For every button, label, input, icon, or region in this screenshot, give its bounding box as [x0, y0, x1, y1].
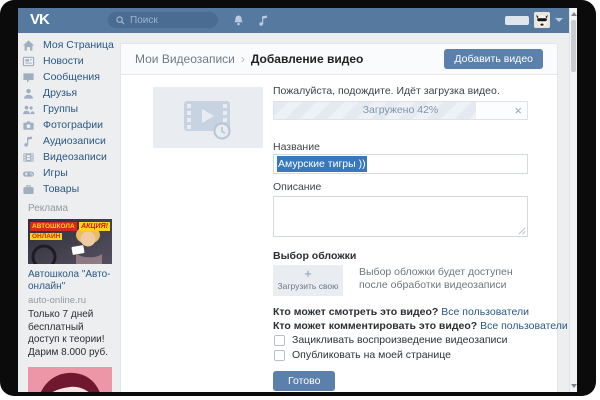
progress-label: Загружено 42% [274, 102, 527, 119]
breadcrumb-separator-icon: › [241, 52, 245, 66]
search-icon [116, 16, 125, 25]
watch-permission-row: Кто может смотреть это видео? Все пользо… [273, 306, 529, 318]
upload-wait-text: Пожалуйста, подождите. Идёт загрузка вид… [273, 85, 500, 97]
film-clock-icon [180, 96, 236, 140]
cancel-upload-icon[interactable]: × [514, 102, 522, 119]
profile-name[interactable] [505, 16, 529, 25]
watch-question: Кто может смотреть это видео? [273, 306, 438, 318]
person-icon [22, 87, 35, 100]
content-card: Мои Видеозаписи › Добавление видео Добав… [120, 43, 558, 392]
description-textarea[interactable] [273, 196, 528, 237]
sidebar-item-messages[interactable]: Сообщения [18, 69, 120, 85]
loop-checkbox-row[interactable]: Зацикливать воспроизведение видеозаписи [274, 334, 508, 346]
page-header: Мои Видеозаписи › Добавление видео Добав… [121, 44, 557, 75]
sidebar-item-videos[interactable]: Видеозаписи [18, 149, 120, 165]
add-video-button[interactable]: Добавить видео [444, 49, 543, 69]
scroll-up-arrow-icon[interactable] [571, 12, 577, 16]
top-nav-bar: VK Поиск [18, 8, 577, 33]
ad-description: Только 7 дней бесплатный доступ к теории… [28, 309, 112, 359]
publish-checkbox[interactable] [274, 350, 285, 361]
notifications-bell-icon[interactable] [232, 14, 245, 27]
gamepad-icon [22, 167, 35, 180]
ads-section-label: Реклама [28, 203, 112, 214]
upload-cover-button[interactable]: + Загрузить свою [273, 265, 343, 296]
camera-icon [22, 119, 35, 132]
ad-banner-title: АВТОШКОЛА [30, 222, 77, 231]
cover-hint-text: Выбор обложки будет доступен после обраб… [359, 266, 537, 292]
window-frame: VK Поиск Моя Страница Новости Сообщения [0, 0, 596, 396]
resize-handle-icon[interactable] [518, 227, 526, 235]
comment-permission-row: Кто может комментировать это видео? Все … [273, 320, 568, 332]
vk-logo[interactable]: VK [30, 11, 49, 28]
comment-permission-link[interactable]: Все пользователи [480, 320, 568, 332]
sidebar-item-news[interactable]: Новости [18, 53, 120, 69]
ad-title-link[interactable]: Автошкола "Авто-онлайн" [28, 269, 112, 293]
watch-permission-link[interactable]: Все пользователи [441, 306, 529, 318]
loop-checkbox-label: Зацикливать воспроизведение видеозаписи [292, 334, 508, 346]
title-label: Название [273, 141, 320, 153]
profile-dropdown-caret-icon[interactable] [555, 18, 563, 22]
ad-banner-subtitle: ОНЛАЙН [30, 233, 62, 240]
breadcrumb-current: Добавление видео [251, 52, 363, 66]
cover-section-label: Выбор обложки [273, 250, 356, 262]
audio-note-icon [22, 135, 35, 148]
search-placeholder: Поиск [130, 15, 158, 26]
comment-question: Кто может комментировать это видео? [273, 320, 477, 332]
plus-icon: + [273, 267, 343, 281]
scrollbar-thumb[interactable] [571, 20, 576, 72]
upload-cover-label: Загрузить свою [273, 281, 343, 291]
news-icon [22, 55, 35, 68]
sidebar-menu: Моя Страница Новости Сообщения Друзья Гр… [18, 37, 120, 197]
loop-checkbox[interactable] [274, 335, 285, 346]
title-selected-text: Амурские тигры )) [277, 156, 367, 172]
sidebar-item-my-page[interactable]: Моя Страница [18, 37, 120, 53]
ad-photo-art [28, 367, 112, 392]
upload-form: Пожалуйста, подождите. Идёт загрузка вид… [121, 75, 557, 392]
scroll-down-arrow-icon[interactable] [571, 384, 577, 388]
title-input[interactable]: Амурские тигры )) [273, 154, 528, 174]
publish-checkbox-row[interactable]: Опубликовать на моей странице [274, 349, 451, 361]
chat-bubble-icon [22, 71, 35, 84]
sidebar-item-games[interactable]: Игры [18, 165, 120, 181]
scrollbar[interactable] [569, 8, 577, 392]
sidebar-item-photos[interactable]: Фотографии [18, 117, 120, 133]
ads-block: Реклама АВТОШКОЛА ОНЛАЙН АКЦИЯ! Автошкол… [28, 203, 112, 392]
sidebar-item-friends[interactable]: Друзья [18, 85, 120, 101]
publish-checkbox-label: Опубликовать на моей странице [292, 349, 451, 361]
done-button[interactable]: Готово [273, 371, 335, 391]
dog-avatar-image [534, 12, 550, 28]
ad-banner-image[interactable]: АВТОШКОЛА ОНЛАЙН АКЦИЯ! [28, 219, 112, 264]
upload-progress-bar: Загружено 42% × [273, 101, 528, 120]
briefcase-icon [22, 183, 35, 196]
film-strip-icon [22, 151, 35, 164]
sidebar-item-audios[interactable]: Аудиозаписи [18, 133, 120, 149]
sidebar-item-market[interactable]: Товары [18, 181, 120, 197]
home-icon [22, 39, 35, 52]
search-input[interactable]: Поиск [108, 12, 218, 28]
left-sidebar: Моя Страница Новости Сообщения Друзья Гр… [18, 33, 120, 392]
video-thumbnail-placeholder [153, 87, 263, 148]
ad-url: auto-online.ru [28, 295, 112, 306]
description-label: Описание [273, 181, 321, 193]
breadcrumb-parent[interactable]: Мои Видеозаписи [135, 52, 235, 66]
ad-banner-badge: АКЦИЯ! [79, 222, 110, 231]
profile-avatar[interactable] [534, 12, 550, 28]
ad-photo-image[interactable] [28, 367, 112, 392]
browser-window: VK Поиск Моя Страница Новости Сообщения [18, 8, 577, 392]
music-note-icon[interactable] [257, 14, 270, 27]
people-icon [22, 103, 35, 116]
sidebar-item-groups[interactable]: Группы [18, 101, 120, 117]
